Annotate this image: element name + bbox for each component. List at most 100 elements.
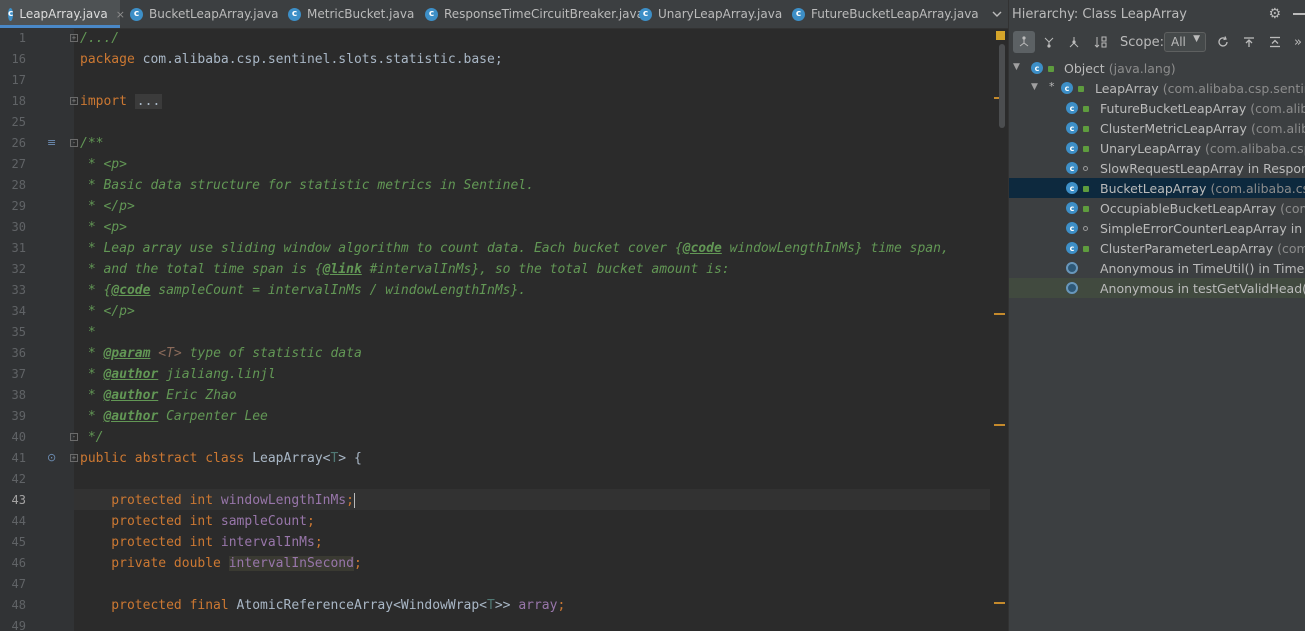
hierarchy-header: Hierarchy: Class LeapArray ⚙ — [1009, 0, 1305, 28]
warning-mark[interactable] — [994, 313, 1005, 315]
code-line[interactable]: * Leap array use sliding window algorith… — [80, 238, 949, 259]
hierarchy-node[interactable]: Anonymous in testGetValidHead() in — [1009, 278, 1305, 298]
javadoc-tag: @author — [103, 409, 159, 424]
node-name: Object — [1064, 61, 1105, 76]
tab-leaparray[interactable]: c LeapArray.java × — [0, 0, 125, 28]
code-line[interactable]: package com.alibaba.csp.sentinel.slots.s… — [80, 49, 503, 70]
code-line[interactable]: protected int intervalInMs; — [80, 532, 322, 553]
code-line[interactable]: protected int windowLengthInMs; — [80, 490, 355, 511]
hierarchy-node[interactable]: c ClusterMetricLeapArray(com.aliba — [1009, 118, 1305, 138]
code-line[interactable]: * @author jialiang.linjl — [80, 364, 276, 385]
code-line[interactable]: * </p> — [80, 301, 135, 322]
warning-icon[interactable] — [996, 31, 1005, 40]
code-line[interactable]: * <p> — [80, 154, 127, 175]
code-line[interactable]: protected final AtomicReferenceArray<Win… — [80, 595, 565, 616]
hierarchy-node[interactable]: c OccupiableBucketLeapArray(com.a — [1009, 198, 1305, 218]
hierarchy-node[interactable]: c UnaryLeapArray(com.alibaba.csp.s — [1009, 138, 1305, 158]
class-icon: c — [639, 7, 652, 21]
line-number: 32 — [11, 262, 26, 276]
code-line[interactable]: * <p> — [80, 217, 127, 238]
doc-toggle-icon[interactable]: ≡ — [47, 136, 56, 149]
code-line[interactable]: import ... — [80, 91, 163, 112]
line-number: 25 — [11, 115, 26, 129]
code-line[interactable]: * {@code sampleCount = intervalInMs / wi… — [80, 280, 526, 301]
line-number: 45 — [11, 535, 26, 549]
node-name: SimpleErrorCounterLeapArray in Ex — [1100, 221, 1305, 236]
tab-metricbucket[interactable]: c MetricBucket.java — [288, 0, 414, 28]
code-line[interactable]: * Basic data structure for statistic met… — [80, 175, 534, 196]
code-line[interactable]: public abstract class LeapArray<T> { — [80, 448, 362, 469]
hierarchy-node[interactable]: ▼ c Object (java.lang) — [1009, 58, 1305, 78]
supertypes-hierarchy-icon[interactable] — [1038, 31, 1060, 53]
implemented-icon[interactable]: ⊙ — [47, 451, 56, 464]
sort-alphabetically-icon[interactable] — [1090, 31, 1112, 53]
line-number: 38 — [11, 388, 26, 402]
class-icon: c — [1066, 122, 1078, 134]
chevron-down-icon[interactable] — [986, 0, 1008, 28]
code-line[interactable]: */ — [80, 427, 104, 448]
line-number: 27 — [11, 157, 26, 171]
scope-select[interactable]: All ▼ — [1164, 32, 1206, 52]
export-icon[interactable] — [1238, 31, 1260, 53]
hierarchy-node[interactable]: c FutureBucketLeapArray(com.aliba — [1009, 98, 1305, 118]
code-line[interactable]: protected int sampleCount; — [80, 511, 315, 532]
code-token: * — [80, 325, 96, 340]
code-line[interactable]: * @author Eric Zhao — [80, 385, 237, 406]
code-line[interactable]: * @author Carpenter Lee — [80, 406, 268, 427]
node-label: SimpleErrorCounterLeapArray in Ex — [1100, 221, 1305, 236]
refresh-icon[interactable] — [1212, 31, 1234, 53]
tab-bucketleaparray[interactable]: c BucketLeapArray.java — [130, 0, 278, 28]
code-keyword: ; — [353, 556, 362, 571]
code-line[interactable]: private double intervalInSecond; — [80, 553, 362, 574]
code-line[interactable]: /.../ — [80, 28, 119, 49]
code-keyword: ; — [346, 493, 354, 508]
hierarchy-node[interactable]: ▼ * c LeapArray(com.alibaba.csp.sentinel — [1009, 78, 1305, 98]
line-number: 33 — [11, 283, 26, 297]
hierarchy-node[interactable]: c BucketLeapArray(com.alibaba.csp. — [1009, 178, 1305, 198]
code-line[interactable]: * </p> — [80, 196, 135, 217]
code-editor[interactable]: c LeapArray.java × c BucketLeapArray.jav… — [0, 0, 1008, 631]
node-name: Anonymous in testGetValidHead() in — [1100, 281, 1305, 296]
expand-arrow-icon[interactable]: ▼ — [1031, 82, 1038, 92]
code-line[interactable]: /** — [80, 133, 103, 154]
code-token: AtomicReferenceArray<WindowWrap< — [228, 598, 487, 613]
warning-mark[interactable] — [994, 424, 1005, 426]
subtypes-hierarchy-icon[interactable] — [1013, 31, 1035, 53]
tab-responsetimecircuitbreaker[interactable]: c ResponseTimeCircuitBreaker.java — [425, 0, 644, 28]
code-token: LeapArray< — [244, 451, 331, 466]
text-caret — [353, 493, 355, 508]
line-number: 40 — [11, 430, 26, 444]
scrollbar-thumb[interactable] — [999, 44, 1005, 128]
class-icon: c — [1031, 62, 1043, 74]
code-token: #intervalInMs}, so the total bucket amou… — [361, 262, 730, 277]
hierarchy-node[interactable]: c ClusterParameterLeapArray(com.a — [1009, 238, 1305, 258]
line-number-gutter[interactable]: 1 16 17 18 25 26 27 28 29 30 31 32 33 34 35 36 37 38 39 40 4… — [0, 28, 78, 631]
code-token: ... — [134, 94, 163, 109]
code-line[interactable]: * — [80, 322, 96, 343]
more-icon[interactable]: » — [1291, 31, 1305, 53]
line-number: 1 — [18, 31, 26, 45]
code-area[interactable]: /.../ package com.alibaba.csp.sentinel.sl… — [74, 28, 990, 631]
collapse-all-icon[interactable] — [1264, 31, 1286, 53]
code-field: array — [518, 598, 558, 613]
code-token: * </p> — [80, 304, 135, 319]
gear-icon[interactable]: ⚙ — [1268, 6, 1281, 22]
expand-arrow-icon[interactable]: ▼ — [1013, 62, 1020, 72]
code-line[interactable]: * and the total time span is {@link #int… — [80, 259, 730, 280]
tab-futurebucketleaparray[interactable]: c FutureBucketLeapArray.java — [792, 0, 979, 28]
public-access-icon — [1048, 66, 1054, 72]
warning-mark[interactable] — [994, 602, 1005, 604]
javadoc-tag: @author — [103, 367, 159, 382]
close-icon[interactable]: × — [116, 8, 125, 21]
node-name: OccupiableBucketLeapArray — [1100, 201, 1277, 216]
minimize-icon[interactable] — [1293, 13, 1305, 15]
tab-unaryleaparray[interactable]: c UnaryLeapArray.java — [639, 0, 782, 28]
code-line[interactable]: * @param <T> type of statistic data — [80, 343, 362, 364]
class-icon: c — [425, 7, 438, 21]
class-hierarchy-icon[interactable] — [1063, 31, 1085, 53]
hierarchy-node[interactable]: Anonymous in TimeUtil() in TimeUti — [1009, 258, 1305, 278]
node-name: LeapArray — [1095, 81, 1159, 96]
hierarchy-node[interactable]: c SimpleErrorCounterLeapArray in Ex — [1009, 218, 1305, 238]
hierarchy-node[interactable]: c SlowRequestLeapArray in Response — [1009, 158, 1305, 178]
editor-tab-bar: c LeapArray.java × c BucketLeapArray.jav… — [0, 0, 1008, 29]
